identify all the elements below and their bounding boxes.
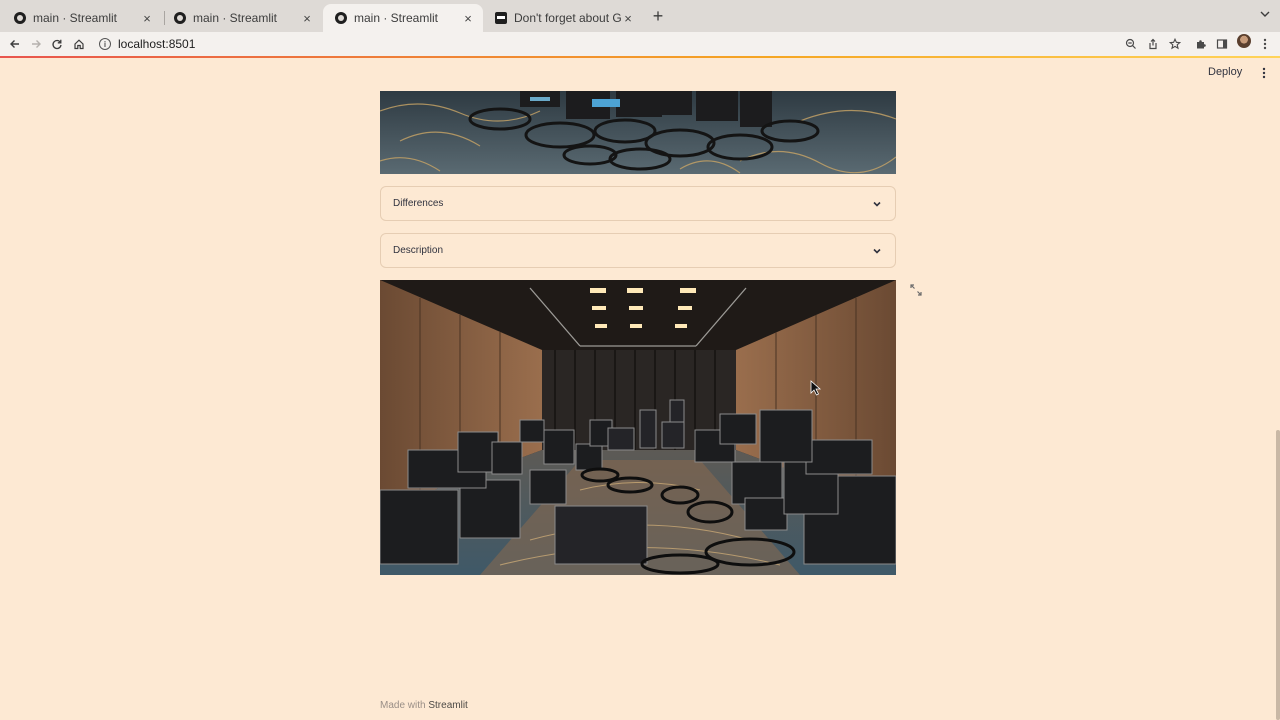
expander-differences[interactable]: Differences [380,186,896,221]
forward-button[interactable] [27,35,45,53]
back-button[interactable] [6,35,24,53]
generated-image-top [380,91,896,174]
tab-search-icon[interactable] [1260,8,1270,22]
streamlit-favicon-icon [335,12,347,24]
tab-title: main · Streamlit [354,11,439,25]
tab-title: main · Streamlit [33,11,118,25]
footer-prefix: Made with [380,700,426,711]
address-bar[interactable]: i localhost:8501 [94,33,1144,55]
profile-avatar[interactable] [1237,34,1251,48]
tab-title: main · Streamlit [193,11,278,25]
site-info-icon[interactable]: i [99,38,111,50]
browser-menu-icon[interactable] [1256,35,1274,53]
tab-title: Don't forget about GPT-4. Ex [514,11,621,25]
medium-favicon-icon [495,12,507,24]
close-icon[interactable]: × [621,11,635,26]
generated-image-main [380,280,896,575]
streamlit-header-decoration [0,56,1280,58]
side-panel-icon[interactable] [1213,35,1231,53]
reload-icon [52,39,62,50]
expander-description[interactable]: Description [380,233,896,268]
chevron-down-icon [871,198,883,210]
zoom-icon[interactable] [1122,35,1140,53]
footer: Made with Streamlit [380,700,468,711]
reload-button[interactable] [48,35,66,53]
url-text: localhost:8501 [118,37,196,51]
extensions-puzzle-icon[interactable] [1192,35,1210,53]
share-icon[interactable] [1144,35,1162,53]
browser-tab-4[interactable]: Don't forget about GPT-4. Ex × [483,4,643,32]
arrow-right-icon [32,40,41,48]
fullscreen-expand-icon[interactable] [909,283,923,297]
streamlit-favicon-icon [174,12,186,24]
mouse-pointer-icon [810,380,822,396]
streamlit-favicon-icon [14,12,26,24]
close-icon[interactable]: × [140,11,154,26]
browser-toolbar: i localhost:8501 [0,32,1280,56]
main-menu-icon[interactable] [1258,66,1270,82]
close-icon[interactable]: × [461,11,475,26]
browser-tab-1[interactable]: main · Streamlit × [2,4,162,32]
home-icon [74,39,84,50]
arrow-left-icon [10,40,19,48]
deploy-button[interactable]: Deploy [1208,66,1242,78]
close-icon[interactable]: × [300,11,314,26]
page-scrollbar-thumb[interactable] [1276,430,1280,720]
browser-tab-bar: main · Streamlit × main · Streamlit × ma… [0,0,1280,32]
expander-label: Differences [393,198,444,209]
footer-brand-link[interactable]: Streamlit [428,700,467,711]
browser-tab-2[interactable]: main · Streamlit × [162,4,322,32]
home-button[interactable] [70,35,88,53]
expander-label: Description [393,245,444,256]
chevron-down-icon [871,245,883,257]
bookmark-star-icon[interactable] [1166,35,1184,53]
browser-tab-3-active[interactable]: main · Streamlit × [323,4,483,32]
new-tab-button[interactable]: + [650,7,666,25]
